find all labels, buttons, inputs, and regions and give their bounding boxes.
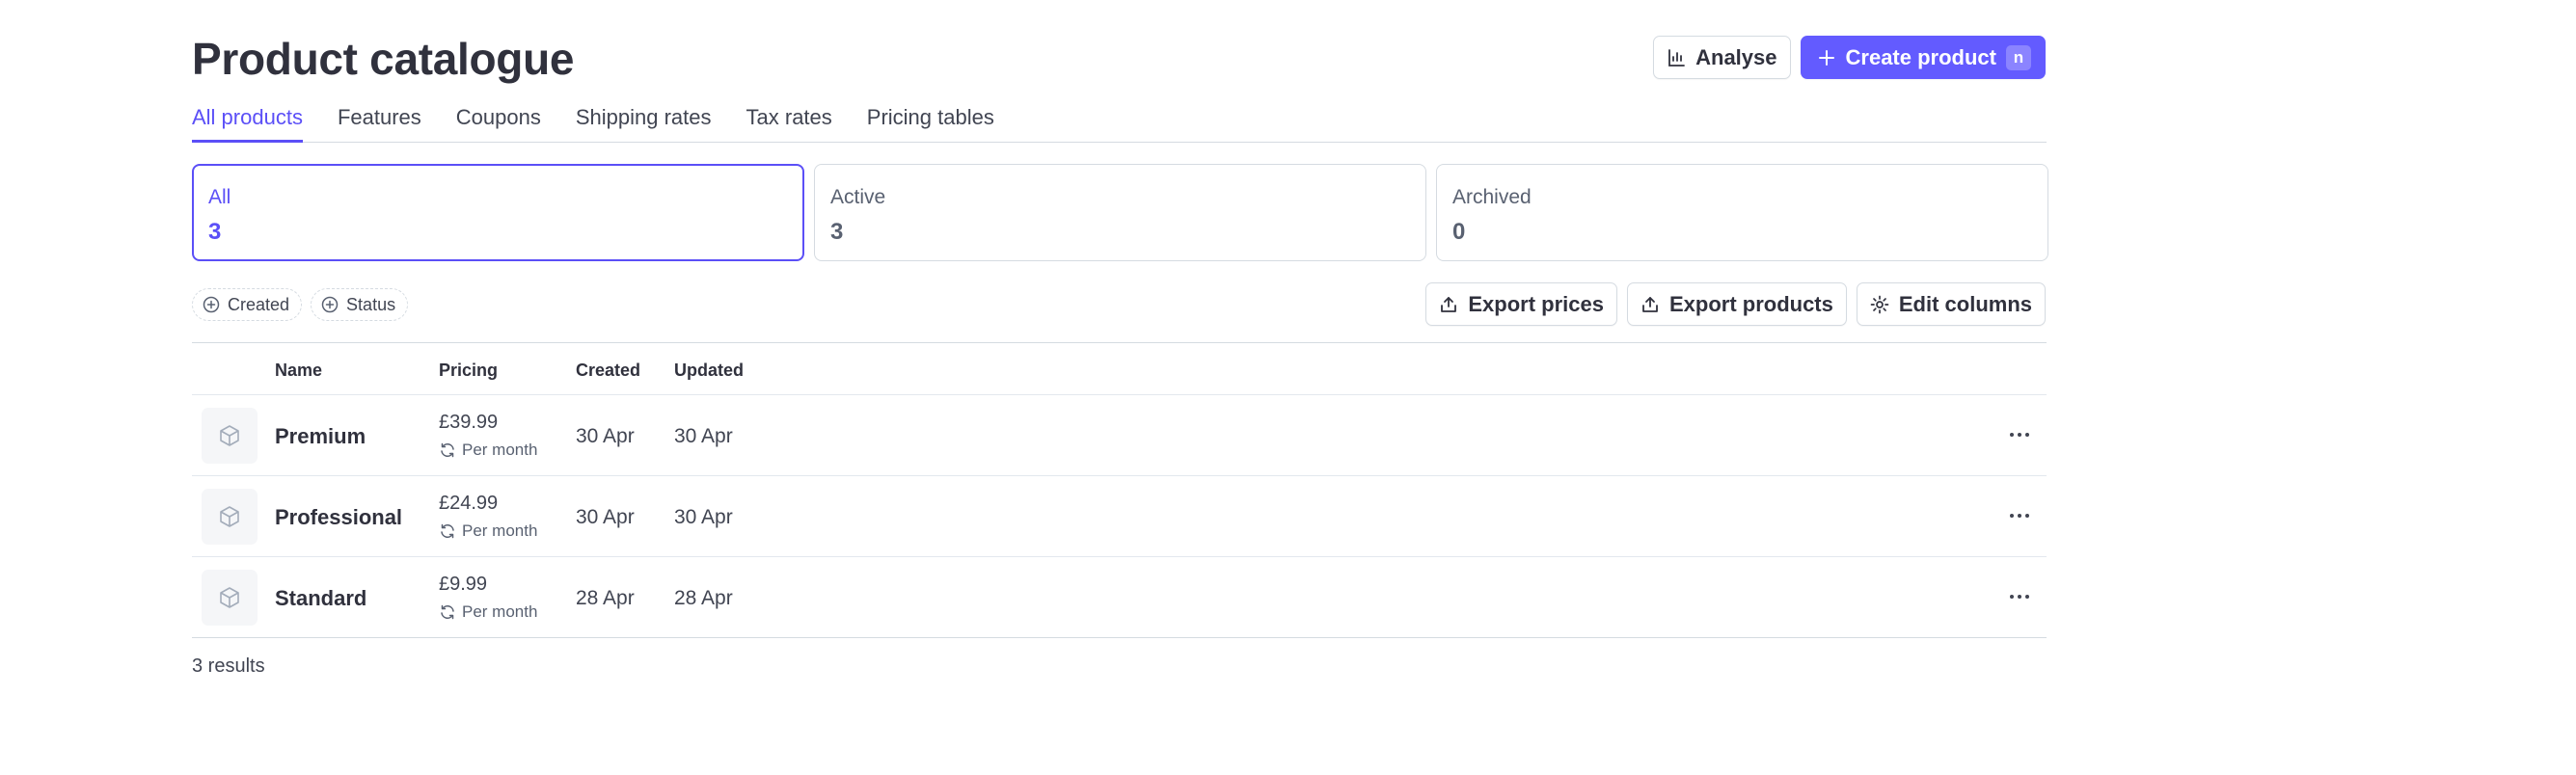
tab-coupons[interactable]: Coupons [456, 103, 541, 142]
more-horizontal-icon [2010, 514, 2029, 518]
page: Product catalogue Analyse Create product… [0, 0, 2576, 775]
edit-columns-button[interactable]: Edit columns [1856, 282, 2046, 326]
created-date: 30 Apr [576, 506, 635, 528]
status-card-count: 3 [208, 219, 222, 245]
export-products-button[interactable]: Export products [1626, 282, 1847, 326]
table-row[interactable]: Premium £39.99 Per month 30 Apr 30 Apr [192, 395, 2047, 476]
filter-created-chip[interactable]: Created [192, 288, 303, 321]
tab-features[interactable]: Features [338, 103, 421, 142]
product-name[interactable]: Professional [275, 505, 402, 530]
export-icon [1642, 296, 1658, 312]
page-title: Product catalogue [192, 34, 575, 84]
created-date: 28 Apr [576, 587, 635, 609]
filter-status-chip[interactable]: Status [311, 288, 409, 321]
results-count: 3 results [192, 655, 265, 677]
bar-chart-icon [1668, 48, 1686, 67]
export-prices-button[interactable]: Export prices [1425, 282, 1617, 326]
status-card-label: All [208, 186, 231, 208]
billing-interval-label: Per month [462, 521, 538, 540]
table-header: Name Pricing Created Updated [192, 342, 2047, 395]
row-more-options-button[interactable] [2004, 582, 2035, 611]
product-name[interactable]: Standard [275, 586, 366, 611]
export-icon [1441, 296, 1457, 312]
table-row[interactable]: Standard £9.99 Per month 28 Apr 28 Apr [192, 557, 2047, 638]
billing-interval-label: Per month [462, 441, 538, 459]
status-card-archived[interactable]: Archived 0 [1436, 164, 2048, 261]
status-card-label: Active [830, 186, 886, 208]
status-card-count: 3 [830, 219, 844, 245]
billing-interval-label: Per month [462, 602, 538, 621]
tab-tax-rates[interactable]: Tax rates [746, 103, 832, 142]
create-product-button[interactable]: Create product n [1800, 36, 2046, 79]
products-table: Name Pricing Created Updated Premium £39… [192, 342, 2047, 638]
box-icon [220, 587, 239, 608]
product-thumbnail [202, 489, 258, 545]
tab-bar: All products Features Coupons Shipping r… [192, 103, 2047, 143]
recurring-icon [441, 604, 454, 620]
plus-circle-icon [203, 296, 220, 313]
gear-icon [1870, 295, 1889, 313]
edit-columns-label: Edit columns [1898, 291, 2032, 316]
created-date: 30 Apr [576, 425, 635, 447]
box-icon [220, 506, 239, 527]
tab-shipping-rates[interactable]: Shipping rates [576, 103, 712, 142]
row-more-options-button[interactable] [2004, 501, 2035, 530]
plus-icon [1818, 49, 1834, 66]
header-actions: Analyse Create product n [1653, 36, 2046, 79]
tab-pricing-tables[interactable]: Pricing tables [867, 103, 994, 142]
status-card-active[interactable]: Active 3 [814, 164, 1426, 261]
updated-date: 30 Apr [674, 506, 733, 528]
export-products-label: Export products [1668, 291, 1833, 316]
filter-label: Status [346, 294, 396, 314]
more-horizontal-icon [2010, 433, 2029, 437]
analyse-button[interactable]: Analyse [1653, 36, 1791, 79]
recurring-icon [441, 442, 454, 458]
filter-bar: Created Status [192, 288, 409, 321]
product-thumbnail [202, 408, 258, 464]
status-cards: All 3 Active 3 Archived 0 [192, 164, 2048, 261]
row-more-options-button[interactable] [2004, 420, 2035, 449]
billing-interval: Per month [439, 521, 537, 541]
column-header-updated[interactable]: Updated [674, 361, 744, 381]
billing-interval: Per month [439, 602, 537, 622]
keyboard-shortcut-badge: n [2006, 44, 2031, 70]
table-actions: Export prices Export products Edit colum… [1425, 282, 2046, 326]
column-header-pricing[interactable]: Pricing [439, 361, 498, 381]
billing-interval: Per month [439, 441, 537, 460]
column-header-name[interactable]: Name [275, 361, 322, 381]
tab-all-products[interactable]: All products [192, 103, 303, 143]
filter-label: Created [228, 294, 290, 314]
analyse-label: Analyse [1695, 44, 1777, 69]
product-thumbnail [202, 570, 258, 626]
status-card-label: Archived [1452, 186, 1532, 208]
product-price: £9.99 [439, 574, 488, 595]
table-row[interactable]: Professional £24.99 Per month 30 Apr 30 … [192, 476, 2047, 557]
updated-date: 30 Apr [674, 425, 733, 447]
more-horizontal-icon [2010, 595, 2029, 599]
updated-date: 28 Apr [674, 587, 733, 609]
product-price: £39.99 [439, 412, 499, 433]
product-name[interactable]: Premium [275, 424, 366, 449]
product-price: £24.99 [439, 493, 499, 514]
create-product-label: Create product [1845, 44, 1996, 69]
status-card-count: 0 [1452, 219, 1466, 245]
status-card-all[interactable]: All 3 [192, 164, 804, 261]
recurring-icon [441, 523, 454, 539]
box-icon [220, 425, 239, 446]
column-header-created[interactable]: Created [576, 361, 640, 381]
export-prices-label: Export prices [1468, 291, 1604, 316]
plus-circle-icon [321, 296, 339, 313]
